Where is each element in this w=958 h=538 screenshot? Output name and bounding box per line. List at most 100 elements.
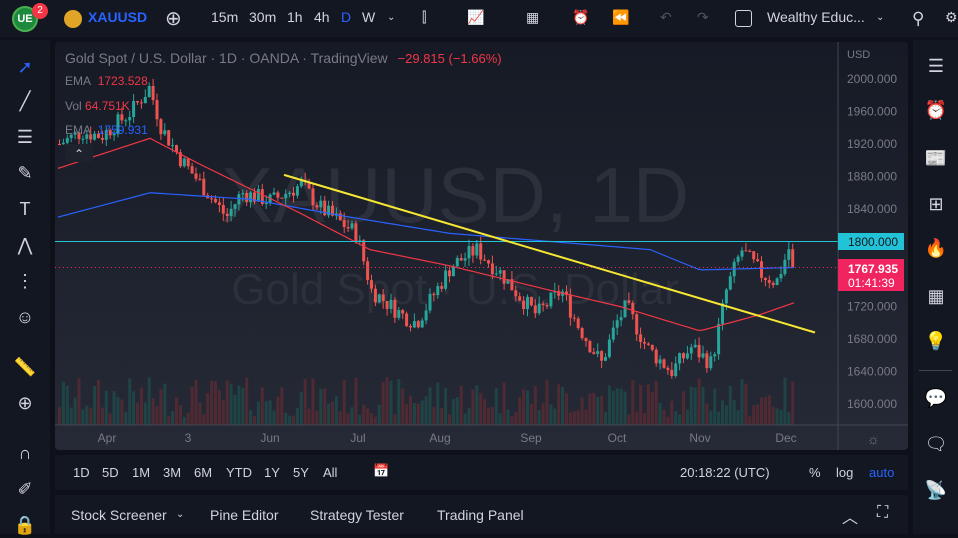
volume-bar — [483, 399, 487, 425]
collapse-panel-icon[interactable]: ︿ — [842, 504, 858, 528]
chart-pane[interactable]: XAUUSD, 1D Gold Spot · U.S. Dollar 2000.… — [55, 42, 908, 450]
search-icon[interactable]: ⚲ — [912, 9, 924, 29]
bar-countdown: 01:41:39 — [848, 276, 895, 290]
calendar-icon[interactable]: ▦ — [922, 282, 950, 310]
hotlist-fire-icon[interactable]: 🔥 — [922, 234, 950, 262]
candle — [498, 270, 502, 274]
cursor-icon[interactable]: ➚ — [12, 54, 38, 80]
indicators-icon[interactable]: 📈 — [467, 9, 484, 26]
maximize-panel-icon[interactable]: ⛶ — [877, 504, 888, 522]
tab-strategy-tester[interactable]: Strategy Tester — [310, 507, 404, 523]
prediction-icon[interactable]: ⋮ — [12, 268, 38, 294]
undo-icon[interactable]: ↶ — [660, 9, 672, 26]
clock-time[interactable]: 20:18:22 (UTC) — [680, 465, 770, 480]
vol-label: Vol — [65, 99, 82, 113]
add-list-icon[interactable]: ⊞ — [922, 190, 950, 218]
chevron-down-icon[interactable]: ⌄ — [876, 12, 884, 23]
candle — [136, 101, 139, 103]
volume-bar — [529, 403, 533, 425]
volume-bar — [670, 400, 674, 425]
volume-bar — [288, 415, 292, 425]
add-symbol-icon[interactable]: ⊕ — [165, 6, 182, 31]
chats-icon[interactable]: 💬 — [922, 384, 950, 412]
interval-1h[interactable]: 1h — [287, 9, 303, 25]
notification-badge: 2 — [32, 3, 48, 19]
symbol-search[interactable]: XAUUSD — [88, 9, 147, 25]
redo-icon[interactable]: ↷ — [697, 9, 709, 26]
watchlist-icon[interactable]: ☰ — [922, 52, 950, 80]
fib-icon[interactable]: ☰ — [12, 124, 38, 150]
volume-bar — [510, 416, 514, 425]
volume-bar — [93, 386, 97, 425]
axis-settings-icon[interactable]: ☼ — [867, 431, 880, 447]
volume-bar — [658, 402, 662, 425]
magnet-icon[interactable]: ∩ — [12, 440, 38, 466]
ema-red-legend[interactable]: EMA 1723.528 — [65, 74, 148, 88]
lock-drawing-icon[interactable]: ✐ — [12, 476, 38, 502]
interval-w[interactable]: W — [362, 9, 375, 25]
candle — [471, 246, 475, 256]
ideas-bulb-icon[interactable]: 💡 — [922, 327, 950, 355]
replay-icon[interactable]: ⏪ — [612, 9, 629, 26]
range-ytd[interactable]: YTD — [226, 465, 252, 480]
brush-icon[interactable]: ✎ — [12, 160, 38, 186]
range-3m[interactable]: 3M — [163, 465, 181, 480]
templates-icon[interactable]: ▦ — [526, 9, 539, 26]
ruler-icon[interactable]: 📏 — [12, 354, 38, 380]
layout-checkbox[interactable] — [735, 10, 752, 27]
alarm-clock-icon[interactable]: ⏰ — [922, 96, 950, 124]
collapse-legend-button[interactable]: ⌃ — [65, 144, 93, 162]
chevron-down-icon[interactable]: ⌄ — [387, 12, 395, 23]
volume-bar — [705, 403, 709, 425]
auto-toggle[interactable]: auto — [869, 465, 894, 480]
range-1m[interactable]: 1M — [132, 465, 150, 480]
price-chart[interactable]: XAUUSD, 1D Gold Spot · U.S. Dollar 2000.… — [55, 42, 908, 450]
range-6m[interactable]: 6M — [194, 465, 212, 480]
volume-bar — [760, 397, 763, 425]
volume-bar — [116, 397, 120, 425]
price-tick: 1720.000 — [847, 300, 897, 314]
interval-30m[interactable]: 30m — [249, 9, 276, 25]
messages-icon[interactable]: 🗨 — [922, 430, 950, 458]
gear-icon[interactable]: ⚙ — [945, 9, 958, 26]
candle — [401, 310, 405, 314]
candles-icon[interactable]: ⫿ — [422, 9, 426, 26]
chevron-down-icon[interactable]: ⌄ — [176, 509, 184, 520]
ema-blue-legend[interactable]: EMA 1759.931 — [65, 123, 148, 137]
volume-bar — [724, 405, 728, 425]
volume-bar — [214, 381, 217, 425]
alert-icon[interactable]: ⏰ — [572, 9, 589, 26]
broadcast-icon[interactable]: 📡 — [922, 476, 950, 504]
interval-4h[interactable]: 4h — [314, 9, 330, 25]
range-5d[interactable]: 5D — [102, 465, 119, 480]
trendline-icon[interactable]: ╱ — [12, 88, 38, 114]
range-1d[interactable]: 1D — [73, 465, 90, 480]
text-icon[interactable]: T — [12, 196, 38, 222]
volume-legend[interactable]: Vol 64.751K — [65, 99, 130, 113]
volume-bar — [108, 413, 112, 425]
tab-stock-screener[interactable]: Stock Screener — [71, 507, 167, 523]
currency-selector[interactable]: USD — [847, 49, 870, 61]
range-1y[interactable]: 1Y — [264, 465, 280, 480]
tab-trading-panel[interactable]: Trading Panel — [437, 507, 524, 523]
layout-name[interactable]: Wealthy Educ... — [767, 9, 865, 25]
volume-bar — [178, 405, 182, 425]
volume-bar — [459, 385, 463, 425]
volume-bar — [65, 385, 69, 425]
volume-bar — [241, 388, 245, 425]
pattern-icon[interactable]: ⋀ — [12, 232, 38, 258]
news-icon[interactable]: 📰 — [922, 144, 950, 172]
candle — [217, 202, 221, 205]
interval-15m[interactable]: 15m — [211, 9, 238, 25]
range-5y[interactable]: 5Y — [293, 465, 309, 480]
percent-toggle[interactable]: % — [809, 465, 821, 480]
range-all[interactable]: All — [323, 465, 337, 480]
goto-date-icon[interactable]: 📅 — [373, 463, 389, 479]
zoom-in-icon[interactable]: ⊕ — [12, 390, 38, 416]
interval-d[interactable]: D — [341, 9, 351, 25]
lock-icon[interactable]: 🔒 — [12, 512, 38, 538]
candle — [409, 326, 412, 328]
tab-pine-editor[interactable]: Pine Editor — [210, 507, 278, 523]
emoji-icon[interactable]: ☺ — [12, 304, 38, 330]
log-toggle[interactable]: log — [836, 465, 853, 480]
